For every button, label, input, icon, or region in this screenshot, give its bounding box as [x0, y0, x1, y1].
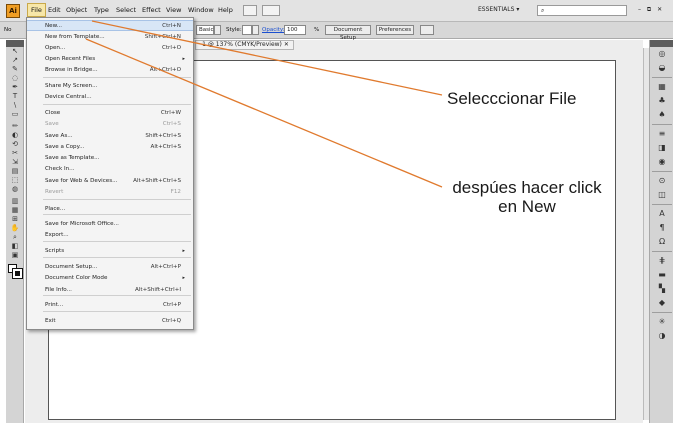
annotation-click-new-line2: en New — [498, 197, 556, 216]
annotation-click-new: despúes hacer click en New — [446, 178, 608, 216]
annotation-line-select-file — [91, 20, 443, 96]
annotation-line-click-new — [85, 38, 443, 188]
annotation-select-file: Selecccionar File — [447, 89, 577, 108]
annotation-click-new-line1: despúes hacer click — [452, 178, 602, 197]
